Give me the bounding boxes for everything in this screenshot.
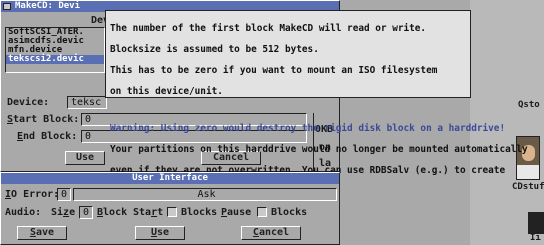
tooltip-line: on this device/unit.	[110, 85, 223, 97]
start-label: Start	[133, 207, 164, 218]
help-tooltip: The number of the first block MakeCD wil…	[105, 10, 528, 197]
desktop-icon-label-cdstuff[interactable]: CDstuf	[512, 181, 544, 193]
tooltip-line: Blocksize is assumed to be 512 bytes.	[110, 43, 319, 55]
io-error-mode-cycle[interactable]: Ask	[73, 188, 337, 201]
blocks-label-2: Blocks	[271, 207, 308, 218]
io-error-field[interactable]: 0	[57, 188, 71, 201]
device-field[interactable]: teksc	[67, 96, 107, 109]
tooltip-warning-line: Warning: Using zero would destroy the ri…	[110, 123, 506, 134]
desktop-icon-label-qsto[interactable]: Qsto	[518, 99, 540, 111]
user-interface-titlebar[interactable]: User Interface	[1, 173, 339, 184]
user-interface-window: User Interface IO Error: 0 Ask Audio: Si…	[0, 172, 340, 245]
size-field[interactable]: 0	[79, 206, 93, 219]
start-blocks-checkbox[interactable]	[167, 207, 177, 217]
pause-blocks-checkbox[interactable]	[257, 207, 267, 217]
start-block-label: Start Block:	[7, 114, 80, 125]
tooltip-line: Your partitions on this harddrive would …	[110, 144, 528, 155]
device-label: Device:	[7, 97, 50, 108]
ui-cancel-button[interactable]: Cancel	[241, 226, 301, 240]
io-error-label: IO Error:	[5, 189, 60, 200]
tooltip-line: This has to be zero if you want to mount…	[110, 64, 438, 76]
save-button[interactable]: Save	[17, 226, 67, 240]
audio-label: Audio:	[5, 207, 42, 218]
list-item-selected[interactable]: tekscsi2.devic	[6, 55, 104, 64]
end-block-label: End Block:	[17, 131, 78, 142]
block-label: Block	[97, 207, 128, 218]
blocks-label: Blocks	[181, 207, 218, 218]
ui-use-button[interactable]: Use	[135, 226, 185, 240]
desktop-icon-label-third[interactable]: Ii	[530, 232, 541, 244]
close-icon[interactable]	[3, 3, 11, 10]
use-button[interactable]: Use	[65, 151, 105, 165]
cdstuff-icon[interactable]	[516, 136, 540, 180]
size-label: Size	[51, 207, 76, 218]
drive-icon[interactable]	[528, 212, 544, 234]
tooltip-line: The number of the first block MakeCD wil…	[110, 22, 427, 34]
pause-label: Pause	[221, 207, 252, 218]
device-list[interactable]: SoftSCSI_ATER. asimcdfs.devic mfn.device…	[5, 27, 105, 73]
